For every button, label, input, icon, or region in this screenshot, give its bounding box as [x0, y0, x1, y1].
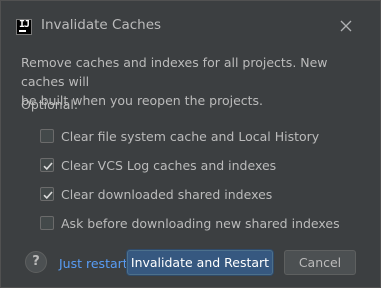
checkbox-checked[interactable] [40, 187, 54, 201]
checkbox-unchecked[interactable] [40, 129, 54, 143]
help-button[interactable]: ? [25, 251, 47, 273]
option-ask-before-downloading[interactable]: Ask before downloading new shared indexe… [40, 215, 340, 231]
cancel-button[interactable]: Cancel [284, 250, 356, 275]
invalidate-and-restart-button[interactable]: Invalidate and Restart [127, 250, 273, 275]
checkbox-unchecked[interactable] [40, 216, 54, 230]
just-restart-link[interactable]: Just restart [59, 256, 128, 271]
invalidate-caches-dialog: IJ Invalidate Caches Remove caches and i… [0, 0, 381, 288]
checkmark-icon [43, 162, 53, 171]
option-label: Clear VCS Log caches and indexes [61, 157, 277, 173]
option-clear-vcs-log-caches[interactable]: Clear VCS Log caches and indexes [40, 157, 276, 173]
title-bar: IJ Invalidate Caches [1, 1, 380, 45]
optional-label: Optional: [21, 97, 79, 112]
option-label: Clear downloaded shared indexes [61, 186, 273, 202]
intellij-app-icon: IJ [16, 19, 32, 35]
dialog-title: Invalidate Caches [41, 17, 162, 33]
option-label: Ask before downloading new shared indexe… [61, 215, 340, 231]
option-clear-file-system-cache[interactable]: Clear file system cache and Local Histor… [40, 128, 319, 144]
close-icon[interactable] [338, 18, 354, 34]
option-label: Clear file system cache and Local Histor… [61, 128, 320, 144]
message-line-1: Remove caches and indexes for all projec… [21, 55, 328, 89]
checkbox-checked[interactable] [40, 158, 54, 172]
option-clear-downloaded-shared-indexes[interactable]: Clear downloaded shared indexes [40, 186, 272, 202]
checkmark-icon [43, 191, 53, 200]
